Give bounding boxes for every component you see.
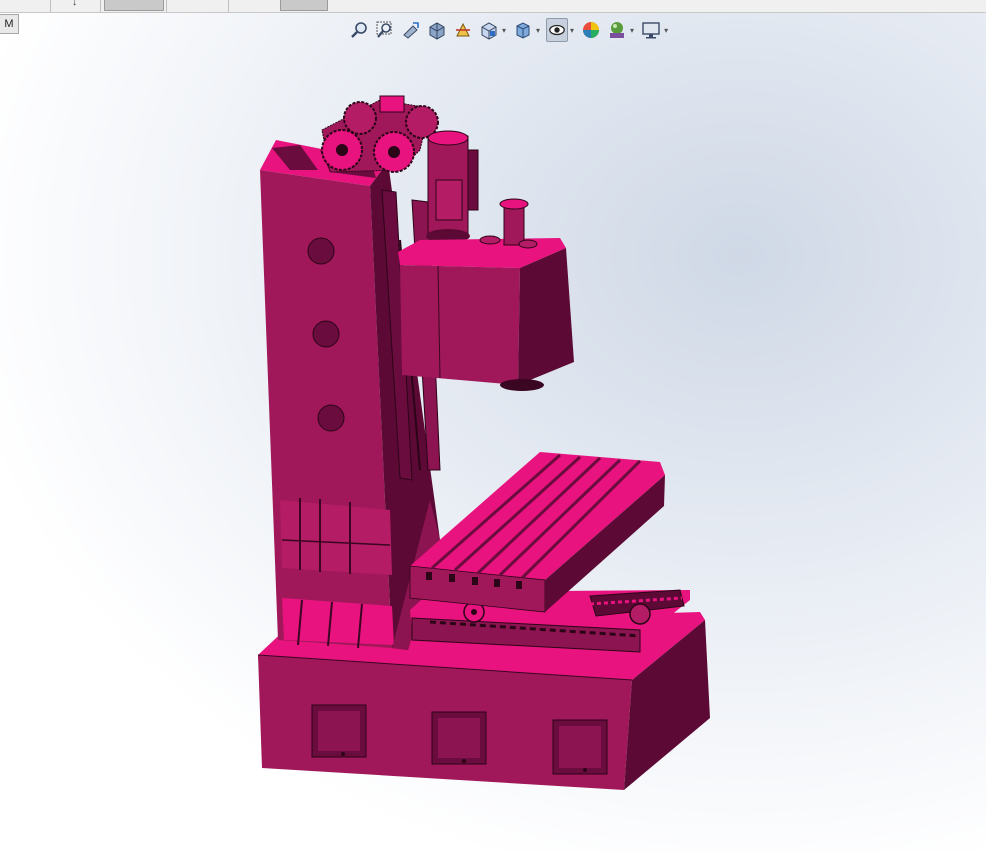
cnc-milling-machine-model[interactable]: [0, 0, 986, 851]
t-slot-work-table[interactable]: [409, 452, 665, 613]
spindle-motor: [426, 130, 479, 243]
chain-drive-sprockets: [321, 95, 439, 173]
